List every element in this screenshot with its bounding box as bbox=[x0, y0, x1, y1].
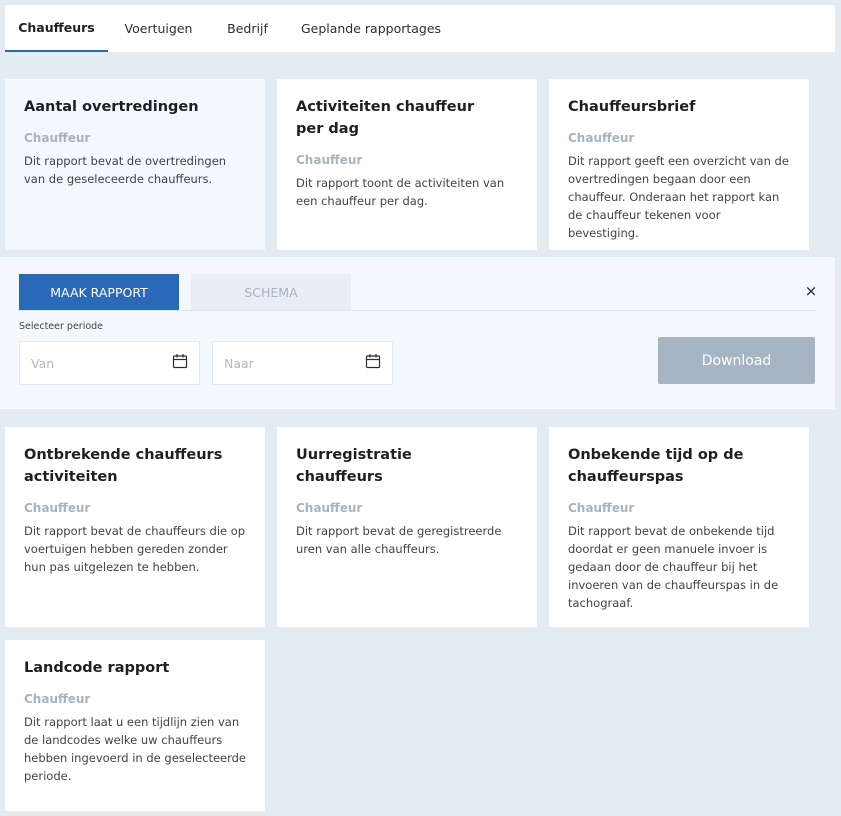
report-card-title: Uurregistratie chauffeurs bbox=[296, 447, 412, 485]
report-card-onbekende-tijd[interactable]: Onbekende tijd op de chauffeurspas Chauf… bbox=[549, 427, 809, 627]
report-card-title: Onbekende tijd op de chauffeurspas bbox=[568, 447, 744, 485]
report-card-description: Dit rapport laat u een tijdlijn zien van… bbox=[24, 715, 247, 783]
date-from-input[interactable]: Van bbox=[19, 341, 200, 385]
report-card-category: Chauffeur bbox=[24, 131, 91, 145]
report-card-aantal-overtredingen[interactable]: Aantal overtredingen Chauffeur Dit rappo… bbox=[5, 79, 265, 250]
report-card-description: Dit rapport bevat de overtredingen van d… bbox=[24, 154, 227, 186]
report-card-title: Landcode rapport bbox=[24, 660, 170, 676]
report-card-title: Chauffeursbrief bbox=[568, 99, 696, 115]
calendar-icon[interactable] bbox=[365, 353, 381, 369]
report-card-description: Dit rapport geeft een overzicht van de o… bbox=[568, 154, 789, 240]
report-card-ontbrekende-activiteiten[interactable]: Ontbrekende chauffeurs activiteiten Chau… bbox=[5, 427, 265, 627]
close-icon[interactable]: × bbox=[803, 283, 819, 299]
tab-chauffeurs[interactable]: Chauffeurs bbox=[5, 5, 108, 52]
tab-bedrijf[interactable]: Bedrijf bbox=[209, 5, 286, 52]
report-card-description: Dit rapport bevat de chauffeurs die op v… bbox=[24, 524, 246, 574]
report-card-category: Chauffeur bbox=[296, 501, 363, 515]
tab-geplande-rapportages[interactable]: Geplande rapportages bbox=[286, 5, 456, 52]
tab-maak-rapport[interactable]: MAAK RAPPORT bbox=[19, 274, 179, 310]
report-card-title: Activiteiten chauffeur per dag bbox=[296, 99, 475, 137]
download-button[interactable]: Download bbox=[658, 337, 815, 384]
calendar-icon[interactable] bbox=[172, 353, 188, 369]
report-card-category: Chauffeur bbox=[568, 131, 635, 145]
report-card-category: Chauffeur bbox=[24, 501, 91, 515]
report-card-title: Ontbrekende chauffeurs activiteiten bbox=[24, 447, 223, 485]
date-to-input[interactable]: Naar bbox=[212, 341, 393, 385]
report-card-category: Chauffeur bbox=[568, 501, 635, 515]
report-card-description: Dit rapport bevat de onbekende tijd door… bbox=[568, 524, 779, 610]
report-category-tabs: Chauffeurs Voertuigen Bedrijf Geplande r… bbox=[5, 5, 835, 52]
date-to-placeholder: Naar bbox=[224, 355, 254, 371]
report-card-description: Dit rapport bevat de geregistreerde uren… bbox=[296, 524, 502, 556]
tab-voertuigen[interactable]: Voertuigen bbox=[108, 5, 209, 52]
report-card-activiteiten-chauffeur[interactable]: Activiteiten chauffeur per dag Chauffeur… bbox=[277, 79, 537, 250]
panel-divider bbox=[19, 310, 815, 311]
date-from-placeholder: Van bbox=[31, 355, 55, 371]
tab-schema[interactable]: SCHEMA bbox=[191, 274, 351, 310]
report-card-chauffeursbrief[interactable]: Chauffeursbrief Chauffeur Dit rapport ge… bbox=[549, 79, 809, 250]
report-card-description: Dit rapport toont de activiteiten van ee… bbox=[296, 176, 505, 208]
report-card-category: Chauffeur bbox=[296, 153, 363, 167]
period-label: Selecteer periode bbox=[19, 321, 104, 332]
report-card-landcode[interactable]: Landcode rapport Chauffeur Dit rapport l… bbox=[5, 640, 265, 811]
report-card-category: Chauffeur bbox=[24, 692, 91, 706]
report-card-title: Aantal overtredingen bbox=[24, 99, 199, 115]
report-card-uurregistratie[interactable]: Uurregistratie chauffeurs Chauffeur Dit … bbox=[277, 427, 537, 627]
report-config-panel: MAAK RAPPORT SCHEMA × Selecteer periode … bbox=[0, 257, 835, 409]
